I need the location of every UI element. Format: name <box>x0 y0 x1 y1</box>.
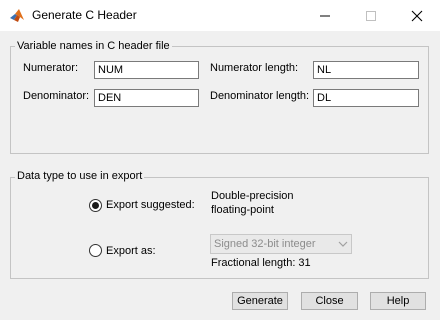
maximize-icon <box>366 11 376 21</box>
minimize-button[interactable] <box>302 0 348 31</box>
maximize-button[interactable] <box>348 0 394 31</box>
export-as-radio[interactable] <box>89 244 102 257</box>
numerator-length-field[interactable] <box>313 61 419 79</box>
variable-names-panel-title: Variable names in C header file <box>15 40 172 52</box>
export-suggested-radio[interactable] <box>89 199 102 212</box>
minimize-icon <box>320 15 330 17</box>
window-title: Generate C Header <box>32 8 137 22</box>
numerator-field[interactable] <box>94 61 199 79</box>
title-bar: Generate C Header <box>0 0 440 31</box>
close-button[interactable]: Close <box>301 292 358 310</box>
denominator-length-label: Denominator length: <box>210 90 310 102</box>
export-as-type-value: Signed 32-bit integer <box>214 238 316 250</box>
generate-button[interactable]: Generate <box>232 292 288 310</box>
chevron-down-icon <box>335 235 351 253</box>
data-type-panel-title: Data type to use in export <box>15 170 145 182</box>
numerator-label: Numerator: <box>23 62 79 74</box>
denominator-label: Denominator: <box>23 90 90 102</box>
export-as-label[interactable]: Export as: <box>106 245 156 257</box>
suggested-type-line2: floating-point <box>211 204 274 216</box>
fractional-length-text: Fractional length: 31 <box>211 257 311 269</box>
matlab-icon <box>9 8 25 24</box>
suggested-type-line1: Double-precision <box>211 190 294 202</box>
denominator-length-field[interactable] <box>313 89 419 107</box>
help-button[interactable]: Help <box>370 292 426 310</box>
close-icon <box>411 10 423 22</box>
denominator-field[interactable] <box>94 89 199 107</box>
numerator-length-label: Numerator length: <box>210 62 299 74</box>
close-window-button[interactable] <box>394 0 440 31</box>
radio-selected-dot <box>92 202 99 209</box>
export-as-type-dropdown[interactable]: Signed 32-bit integer <box>210 234 352 254</box>
export-suggested-label[interactable]: Export suggested: <box>106 199 195 211</box>
